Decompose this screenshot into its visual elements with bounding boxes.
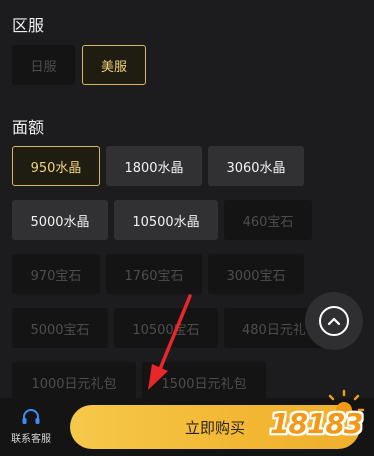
annotation-arrow: [148, 294, 192, 390]
chevron-up-icon: [319, 306, 349, 336]
server-section-title: 区服: [12, 16, 45, 35]
amount-option-10500-crystal[interactable]: 10500水晶: [114, 200, 218, 240]
buy-now-label: 立即购买: [184, 418, 245, 437]
server-option-jp[interactable]: 日服: [12, 45, 75, 85]
contact-service-button[interactable]: 联系客服: [0, 398, 62, 456]
headset-icon: [22, 409, 40, 424]
amount-option-5000-gem[interactable]: 5000宝石: [12, 308, 108, 348]
amount-option-1000-yen-pack[interactable]: 1000日元礼包: [12, 362, 136, 402]
amount-option-1800-crystal[interactable]: 1800水晶: [106, 146, 202, 186]
scroll-to-top-button[interactable]: [305, 292, 363, 350]
watermark-logo: 18183: [266, 382, 372, 452]
amount-option-970-gem[interactable]: 970宝石: [12, 254, 100, 294]
amount-option-1760-gem[interactable]: 1760宝石: [106, 254, 202, 294]
contact-service-label: 联系客服: [11, 434, 51, 445]
amount-option-5000-crystal[interactable]: 5000水晶: [12, 200, 108, 240]
amount-option-3060-crystal[interactable]: 3060水晶: [208, 146, 304, 186]
amount-option-950-crystal[interactable]: 950水晶: [12, 146, 100, 186]
amount-option-3000-gem[interactable]: 3000宝石: [208, 254, 304, 294]
server-option-us[interactable]: 美服: [82, 45, 146, 85]
amount-option-460-gem[interactable]: 460宝石: [224, 200, 312, 240]
watermark-text: 18183: [270, 407, 363, 440]
amount-section-title: 面额: [12, 118, 45, 137]
